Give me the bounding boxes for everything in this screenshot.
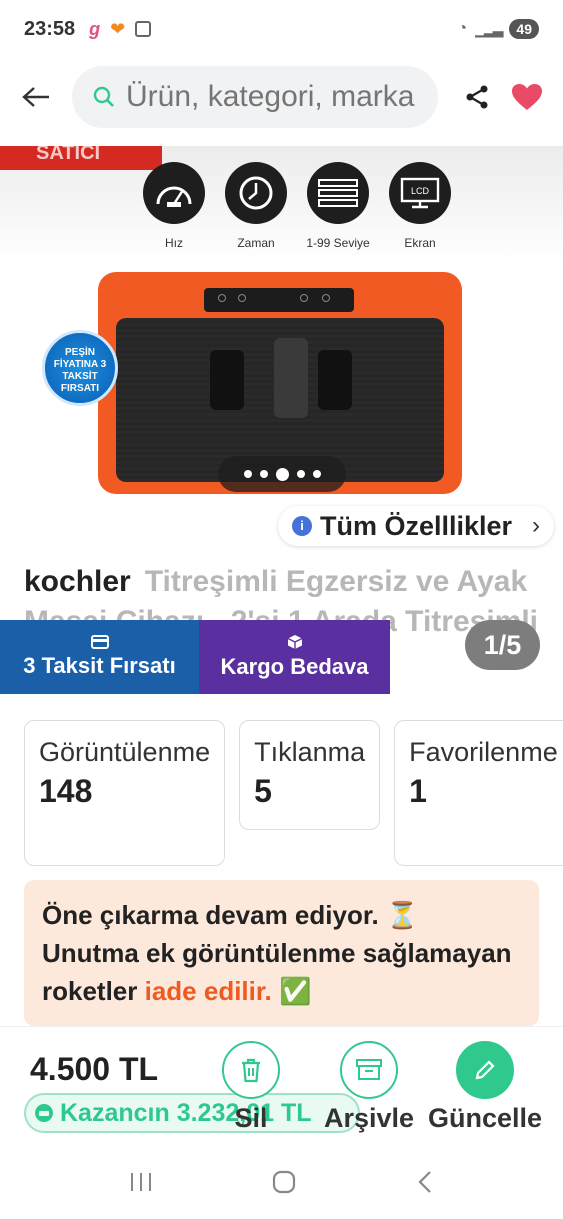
archive-icon [356, 1059, 383, 1080]
home-icon [273, 1170, 296, 1194]
clock-icon [225, 162, 287, 224]
installment-promo: 3 Taksit Fırsatı [0, 620, 199, 694]
trash-icon [242, 1058, 260, 1083]
stat-clicks-value: 5 [254, 773, 272, 809]
product-image-gallery[interactable]: SATICI Hız Zaman 1-99 Seviye LCD Ekran P… [0, 146, 563, 546]
carousel-pager[interactable] [218, 456, 346, 492]
home-button[interactable] [271, 1169, 297, 1200]
stat-clicks-label: Tıklanma [254, 737, 366, 767]
status-bar: 23:58 g ❤ ◔ ▁▂▃ 49 [0, 0, 563, 58]
update-button[interactable]: Güncelle [428, 1041, 542, 1134]
share-icon [466, 85, 488, 109]
free-shipping-promo: Kargo Bedava [199, 620, 390, 694]
speedometer-icon [143, 162, 205, 224]
notice-line-1: Öne çıkarma devam ediyor. ⏳ [42, 900, 419, 930]
free-shipping-label: Kargo Bedava [220, 654, 369, 679]
feature-screen-label: Ekran [404, 236, 436, 250]
back-button[interactable] [0, 64, 72, 130]
share-button[interactable] [452, 84, 502, 110]
product-brand[interactable]: kochler [24, 565, 131, 598]
feature-icons-row: Hız Zaman 1-99 Seviye LCD Ekran [138, 162, 456, 250]
control-panel [204, 288, 354, 312]
right-foot-pad [318, 350, 352, 410]
heart-icon [512, 84, 542, 110]
all-features-button[interactable]: i Tüm Özelllikler › [278, 506, 554, 546]
pager-dot[interactable] [296, 470, 305, 478]
info-icon: i [292, 516, 312, 536]
credit-card-icon [90, 635, 109, 649]
feature-screen: LCD Ekran [384, 162, 456, 250]
search-bar[interactable] [72, 66, 438, 128]
installment-badge: PEŞİN FİYATINA 3 TAKSİT FIRSATI [42, 330, 118, 406]
pager-dot[interactable] [312, 470, 321, 478]
archive-circle[interactable] [340, 1041, 399, 1099]
system-indicators: ◔ ▁▂▃ 49 [457, 19, 539, 39]
recent-apps-button[interactable] [129, 1171, 153, 1198]
stat-favorites-value: 1 [409, 773, 427, 809]
search-input[interactable] [126, 80, 416, 114]
system-back-button[interactable] [416, 1169, 434, 1200]
stat-views-value: 148 [39, 773, 93, 809]
stat-favorites: Favorilenme 1 [394, 720, 563, 866]
product-price: 4.500 TL [30, 1051, 159, 1087]
update-label: Güncelle [428, 1103, 543, 1133]
notice-line-2: Unutma ek görüntülenme sağlamayan roketl… [42, 938, 512, 1006]
delete-label: Sil [234, 1103, 268, 1133]
all-features-label: Tüm Özelllikler [320, 510, 513, 541]
list-icon [307, 162, 369, 224]
stat-views: Görüntülenme 148 [24, 720, 226, 866]
stat-clicks: Tıklanma 5 [239, 720, 381, 830]
system-nav-bar [0, 1150, 563, 1219]
image-counter: 1/5 [465, 620, 540, 670]
pencil-icon [475, 1060, 495, 1080]
archive-button[interactable]: Arşivle [324, 1041, 414, 1134]
update-circle[interactable] [456, 1041, 515, 1099]
bottom-action-bar: 4.500 TL Kazancın 3.232,01 TL Sil Arşivl… [0, 1026, 563, 1144]
listing-stats: Görüntülenme 148 Tıklanma 5 Favorilenme … [24, 720, 563, 866]
status-time: 23:58 [24, 17, 76, 40]
left-foot-pad [210, 350, 244, 410]
stat-favorites-label: Favorilenme [409, 737, 558, 767]
stat-views-label: Görüntülenme [39, 737, 211, 767]
notification-icons: g ❤ [89, 18, 152, 40]
pager-dot[interactable] [259, 470, 268, 478]
chevron-right-icon: › [532, 512, 540, 539]
heart-notification-icon: ❤ [110, 18, 126, 39]
search-icon [93, 86, 114, 107]
delete-button[interactable]: Sil [222, 1041, 280, 1134]
remote-control [274, 338, 308, 418]
feature-time: Zaman [220, 162, 292, 250]
app-notification-icon: g [89, 18, 101, 39]
feature-levels: 1-99 Seviye [302, 162, 374, 250]
lcd-screen-icon: LCD [389, 162, 451, 224]
feature-speed: Hız [138, 162, 210, 250]
delete-circle[interactable] [222, 1041, 280, 1099]
arrow-left-icon [22, 87, 49, 107]
top-header [0, 64, 563, 130]
archive-label: Arşivle [324, 1103, 415, 1133]
chevron-left-icon [418, 1171, 431, 1193]
wifi-icon: ◔ [457, 20, 468, 37]
feature-levels-label: 1-99 Seviye [306, 236, 370, 250]
coin-icon [35, 1104, 53, 1122]
feature-time-label: Zaman [237, 236, 275, 250]
battery-indicator: 49 [509, 19, 539, 39]
earning-badge: Kazancın 3.232,01 TL [24, 1093, 360, 1133]
installment-promo-label: 3 Taksit Fırsatı [23, 653, 176, 678]
notice-highlight: iade edilir. [144, 976, 272, 1006]
screenshot-icon [135, 21, 152, 37]
signal-icon: ▁▂▃ [475, 20, 503, 37]
recent-apps-icon [131, 1173, 152, 1191]
feature-speed-label: Hız [165, 236, 183, 250]
package-icon [287, 635, 302, 649]
svg-text:LCD: LCD [411, 186, 430, 196]
boost-notice: Öne çıkarma devam ediyor. ⏳ Unutma ek gö… [24, 880, 539, 1026]
pager-dot-active[interactable] [275, 467, 289, 481]
favorite-button[interactable] [502, 83, 552, 111]
pager-dot[interactable] [243, 470, 252, 478]
